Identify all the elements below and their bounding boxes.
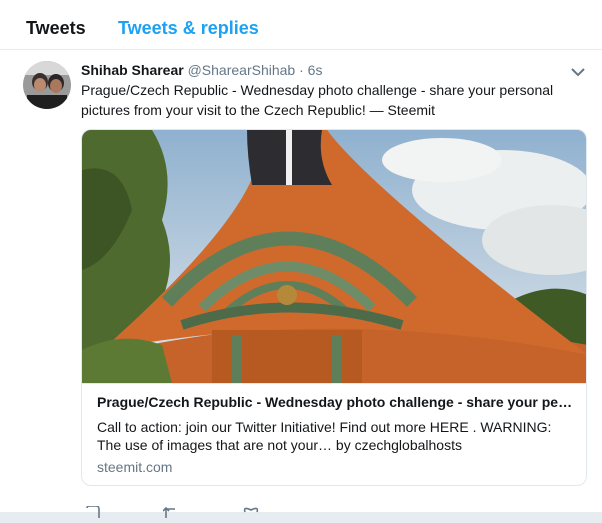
tab-tweets-and-replies[interactable]: Tweets & replies (118, 18, 259, 39)
reply-icon[interactable] (85, 505, 101, 518)
tweet-text: Prague/Czech Republic - Wednesday photo … (81, 82, 554, 118)
tweet-actions (81, 503, 381, 518)
card-title: Prague/Czech Republic - Wednesday photo … (97, 394, 573, 410)
card-description: Call to action: join our Twitter Initiat… (97, 419, 552, 453)
link-card[interactable]: Prague/Czech Republic - Wednesday photo … (81, 129, 587, 486)
chevron-down-icon[interactable] (570, 65, 586, 77)
heart-icon[interactable] (243, 505, 259, 517)
retweet-icon[interactable] (162, 505, 179, 518)
profile-tabs: Tweets Tweets & replies (0, 0, 602, 50)
tweet-timestamp[interactable]: 6s (308, 62, 323, 78)
tweet-header: Shihab Sharear @SharearShihab · 6s (81, 62, 322, 78)
author-name[interactable]: Shihab Sharear (81, 62, 184, 78)
separator-dot: · (299, 62, 304, 78)
card-image (82, 130, 586, 383)
profile-timeline: Tweets Tweets & replies Shihab Sharear @… (0, 0, 602, 518)
tab-tweets[interactable]: Tweets (26, 18, 86, 39)
author-handle[interactable]: @SharearShihab (188, 62, 296, 78)
card-domain: steemit.com (97, 459, 173, 475)
avatar[interactable] (23, 61, 71, 109)
card-body: Prague/Czech Republic - Wednesday photo … (82, 383, 586, 485)
